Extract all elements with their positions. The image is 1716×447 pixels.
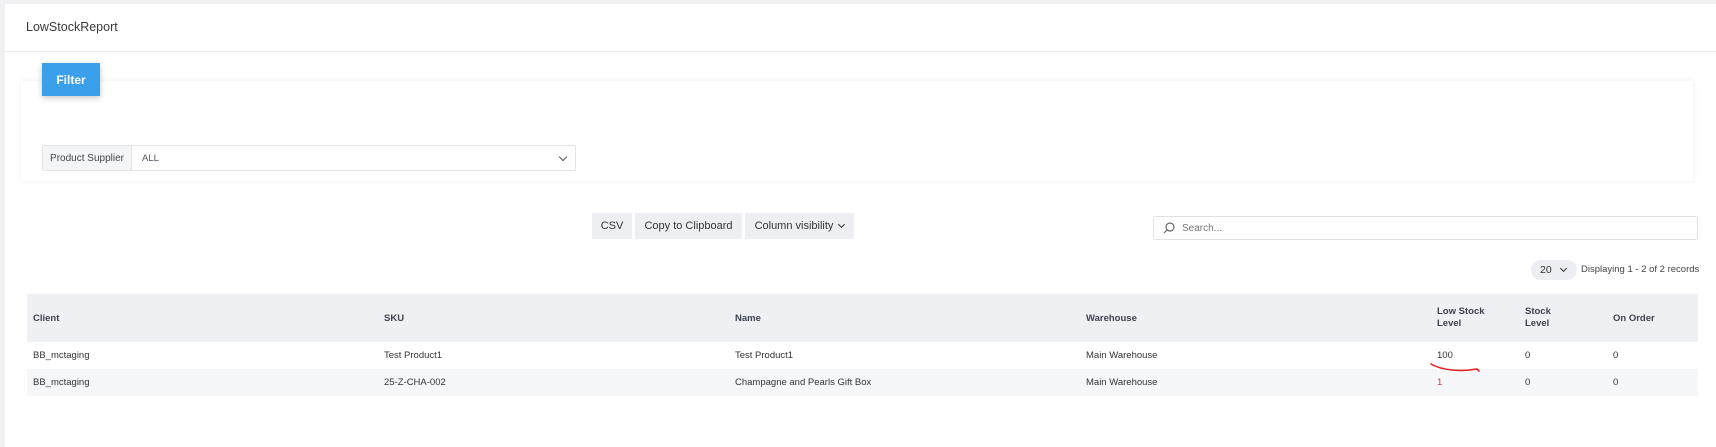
annotation-underline xyxy=(1430,363,1480,372)
chevron-down-icon xyxy=(838,220,846,229)
product-supplier-value: ALL xyxy=(142,152,159,164)
cell-sku: Test Product1 xyxy=(384,350,443,361)
column-header-sku[interactable]: SKU xyxy=(384,313,404,325)
search-box xyxy=(1153,216,1698,240)
column-visibility-label: Column visibility xyxy=(754,220,834,232)
column-header-low-stock-level[interactable]: Low Stock Level xyxy=(1437,306,1485,330)
cell-sku: 25-Z-CHA-002 xyxy=(384,377,446,388)
page-size-select[interactable]: 20 xyxy=(1531,260,1577,280)
table-header: Client SKU Name Warehouse Low Stock Leve… xyxy=(27,294,1698,342)
column-header-on-order[interactable]: On Order xyxy=(1613,313,1655,325)
stock-header-line1: Stock xyxy=(1525,306,1551,317)
column-visibility-button[interactable]: Column visibility xyxy=(745,213,854,239)
low-stock-table: Client SKU Name Warehouse Low Stock Leve… xyxy=(27,294,1698,396)
records-info: Displaying 1 - 2 of 2 records xyxy=(1581,264,1700,275)
column-header-client[interactable]: Client xyxy=(33,313,59,325)
cell-name: Test Product1 xyxy=(735,350,794,361)
product-supplier-filter: Product Supplier ALL xyxy=(42,145,576,171)
column-header-warehouse[interactable]: Warehouse xyxy=(1086,313,1137,325)
chevron-down-icon xyxy=(558,152,568,162)
cell-low-stock-level: 1 xyxy=(1437,377,1443,388)
product-supplier-label: Product Supplier xyxy=(43,146,132,170)
cell-on-order: 0 xyxy=(1613,377,1619,388)
low-stock-header-line1: Low Stock xyxy=(1437,306,1485,317)
search-input[interactable] xyxy=(1182,222,1682,234)
cell-warehouse: Main Warehouse xyxy=(1086,377,1158,388)
search-icon xyxy=(1163,222,1175,234)
cell-name: Champagne and Pearls Gift Box xyxy=(735,377,872,388)
header-bar: LowStockReport xyxy=(5,4,1716,52)
chevron-down-icon xyxy=(1559,264,1567,273)
page-size-value: 20 xyxy=(1540,264,1552,276)
column-header-stock-level[interactable]: Stock Level xyxy=(1525,306,1551,330)
cell-warehouse: Main Warehouse xyxy=(1086,350,1158,361)
cell-client: BB_mctaging xyxy=(33,377,90,388)
product-supplier-select[interactable]: ALL xyxy=(132,146,575,170)
cell-stock-level: 0 xyxy=(1525,377,1531,388)
copy-to-clipboard-button[interactable]: Copy to Clipboard xyxy=(635,213,742,239)
page-title: LowStockReport xyxy=(26,20,118,34)
csv-button[interactable]: CSV xyxy=(592,213,632,239)
cell-on-order: 0 xyxy=(1613,350,1619,361)
stock-header-line2: Level xyxy=(1525,318,1550,329)
cell-stock-level: 0 xyxy=(1525,350,1531,361)
cell-client: BB_mctaging xyxy=(33,350,90,361)
column-header-name[interactable]: Name xyxy=(735,313,761,325)
low-stock-header-line2: Level xyxy=(1437,318,1462,329)
filter-button[interactable]: Filter xyxy=(42,63,100,96)
